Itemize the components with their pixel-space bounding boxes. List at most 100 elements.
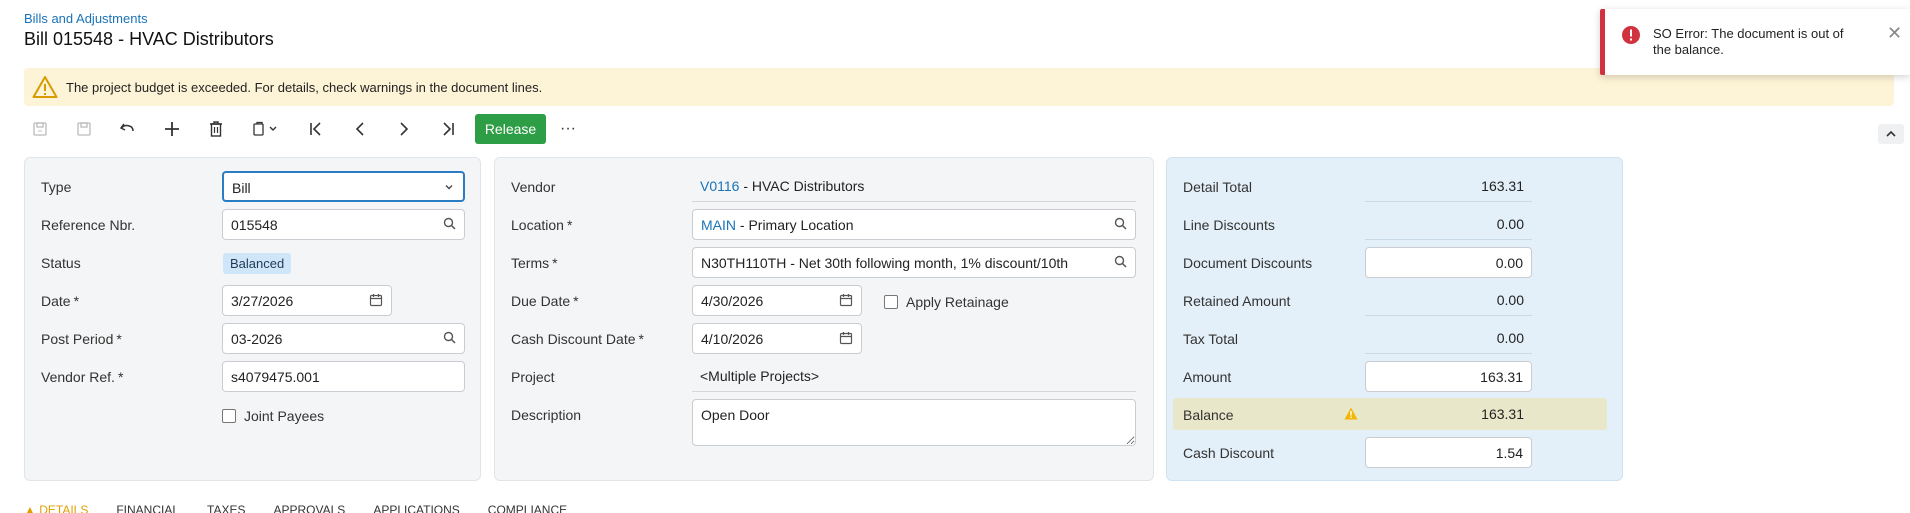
reference-nbr-value: 015548 [231,217,278,233]
save-close-icon[interactable] [24,114,56,144]
close-icon[interactable]: ✕ [1887,23,1902,44]
cash-discount-date-value: 4/10/2026 [701,331,764,347]
page-title: Bill 015548 - HVAC Distributors [24,29,274,49]
cash-discount-label: Cash Discount [1183,445,1275,461]
checkbox-box[interactable] [222,409,236,423]
tab-compliance[interactable]: COMPLIANCE [488,503,567,513]
date-label: Date * [41,293,80,309]
calendar-icon[interactable] [369,293,383,310]
undo-icon[interactable] [112,114,144,144]
reference-nbr-field[interactable]: 015548 [222,209,465,240]
add-icon[interactable] [156,114,188,144]
type-label: Type [41,179,72,195]
apply-retainage-checkbox[interactable]: Apply Retainage [884,294,1009,310]
chevron-up-icon [1886,130,1896,137]
vendor-ref-value: s4079475.001 [231,369,320,385]
vendor-label: Vendor [511,179,556,195]
last-record-icon[interactable] [432,114,464,144]
description-field[interactable] [692,399,1136,446]
balance-value: 163.31 [1481,406,1524,422]
date-field[interactable]: 3/27/2026 [222,285,392,316]
type-select[interactable]: Bill [222,171,465,202]
collapse-header-button[interactable] [1878,124,1904,144]
vendor-value: V0116 - HVAC Distributors [692,171,1136,202]
balance-label: Balance [1183,407,1234,423]
location-field[interactable]: MAIN - Primary Location [692,209,1136,240]
error-icon [1621,25,1641,48]
chevron-down-icon [443,180,455,196]
error-toast: SO Error: The document is out of the bal… [1600,9,1910,75]
summary-panel [1166,157,1623,481]
checkbox-box[interactable] [884,295,898,309]
more-actions-button[interactable]: ··· [552,114,584,144]
location-link[interactable]: MAIN [701,217,736,233]
search-icon[interactable] [443,331,456,347]
location-label: Location * [511,217,573,233]
terms-field[interactable]: N30TH110TH - Net 30th following month, 1… [692,247,1136,278]
joint-payees-checkbox[interactable]: Joint Payees [222,408,324,424]
tab-financial[interactable]: FINANCIAL [116,503,179,513]
amount-field[interactable]: 163.31 [1365,361,1532,392]
type-value: Bill [232,180,251,196]
search-icon[interactable] [1114,255,1127,271]
description-label: Description [511,407,582,423]
terms-value: N30TH110TH - Net 30th following month, 1… [701,255,1069,271]
detail-total-value: 163.31 [1365,171,1532,202]
warning-text: The project budget is exceeded. For deta… [66,80,543,95]
tab-warning-icon: ▲ [24,503,40,513]
calendar-icon[interactable] [839,293,853,310]
date-value: 3/27/2026 [231,293,294,309]
tab-taxes[interactable]: TAXES [207,503,245,513]
project-label: Project [511,369,555,385]
search-icon[interactable] [443,217,456,233]
post-period-value: 03-2026 [231,331,283,347]
next-record-icon[interactable] [388,114,420,144]
document-discounts-field[interactable]: 0.00 [1365,247,1532,278]
reference-nbr-label: Reference Nbr. [41,217,136,233]
cash-discount-date-label: Cash Discount Date * [511,331,644,347]
tab-applications[interactable]: APPLICATIONS [373,503,459,513]
release-button[interactable]: Release [475,114,546,144]
search-icon[interactable] [1114,217,1127,233]
balance-warning-icon[interactable] [1344,407,1358,423]
line-discounts-label: Line Discounts [1183,217,1275,233]
due-date-value: 4/30/2026 [701,293,764,309]
amount-label: Amount [1183,369,1232,385]
terms-label: Terms * [511,255,558,271]
vendor-ref-field[interactable]: s4079475.001 [222,361,465,392]
cash-discount-date-field[interactable]: 4/10/2026 [692,323,862,354]
project-value: <Multiple Projects> [692,361,1136,392]
document-info-panel [24,157,481,481]
first-record-icon[interactable] [300,114,332,144]
tab-bar: ▲ DETAILS FINANCIAL TAXES APPROVALS APPLICAT… [24,503,824,513]
detail-total-label: Detail Total [1183,179,1253,195]
previous-record-icon[interactable] [344,114,376,144]
delete-icon[interactable] [200,114,232,144]
due-date-label: Due Date * [511,293,579,309]
vendor-ref-label: Vendor Ref. * [41,369,124,385]
toolbar: Release ··· [24,114,1904,144]
copy-paste-icon[interactable] [246,114,286,144]
status-badge: Balanced [223,253,292,274]
breadcrumb[interactable]: Bills and Adjustments [24,11,148,26]
error-message: SO Error: The document is out of the bal… [1653,26,1844,57]
retained-amount-label: Retained Amount [1183,293,1291,309]
warning-icon [32,75,58,102]
cash-discount-field[interactable]: 1.54 [1365,437,1532,468]
status-label: Status [41,255,81,271]
due-date-field[interactable]: 4/30/2026 [692,285,862,316]
line-discounts-value: 0.00 [1365,209,1532,240]
tab-details[interactable]: DETAILS [39,503,88,513]
vendor-link[interactable]: V0116 [700,178,739,194]
joint-payees-label: Joint Payees [244,408,325,424]
tax-total-value: 0.00 [1365,323,1532,354]
save-icon[interactable] [68,114,100,144]
tax-total-label: Tax Total [1183,331,1238,347]
retained-amount-value: 0.00 [1365,285,1532,316]
tab-approvals[interactable]: APPROVALS [274,503,346,513]
post-period-label: Post Period * [41,331,122,347]
document-discounts-label: Document Discounts [1183,255,1313,271]
post-period-field[interactable]: 03-2026 [222,323,465,354]
apply-retainage-label: Apply Retainage [906,294,1009,310]
calendar-icon[interactable] [839,331,853,348]
